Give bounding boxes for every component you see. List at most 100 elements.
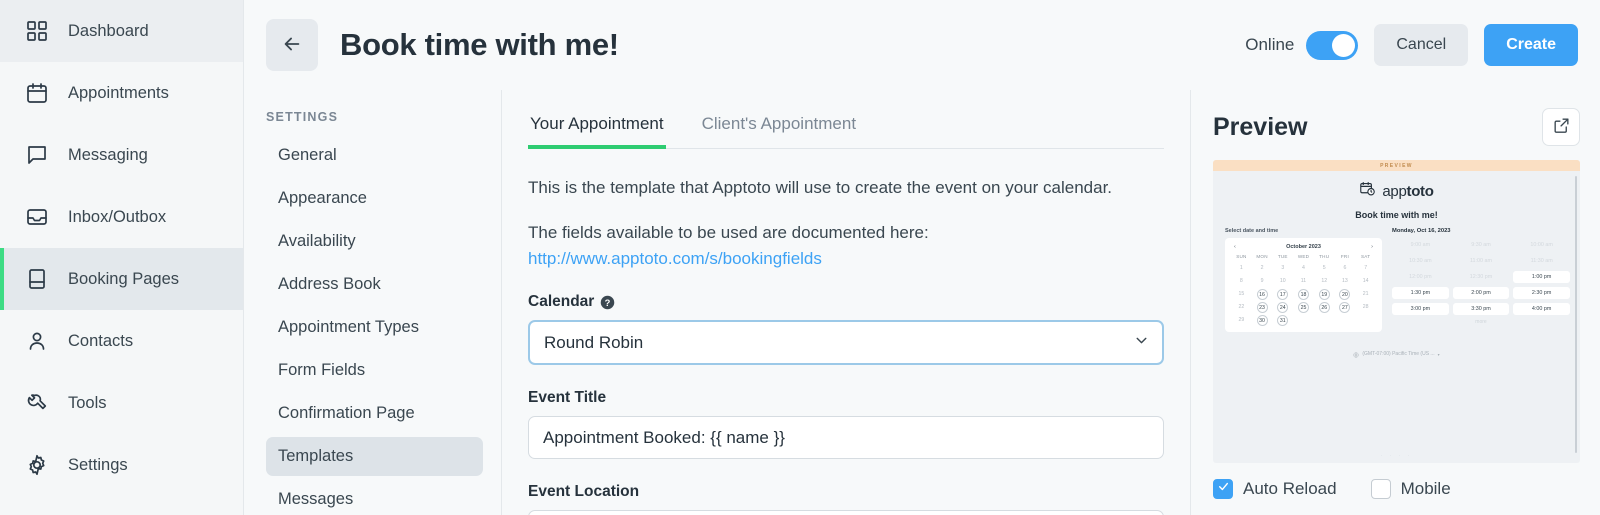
chevron-down-icon: ▾ [1437,351,1440,357]
intro-text-line2: The fields available to be used are docu… [528,222,929,242]
settings-item-form-fields[interactable]: Form Fields [266,351,483,390]
time-slot[interactable]: 3:30 pm [1452,303,1510,315]
sidebar-item-booking-pages[interactable]: Booking Pages [0,248,243,310]
calendar-day[interactable]: 17 [1277,289,1289,300]
preview-header: Preview [1213,108,1580,146]
cancel-button[interactable]: Cancel [1374,24,1469,66]
book-icon [24,266,50,292]
online-toggle[interactable] [1306,30,1359,60]
person-icon [24,328,50,354]
calendar-day: 13 [1342,278,1348,284]
sidebar-item-tools[interactable]: Tools [0,372,243,434]
time-slot[interactable]: 4:00 pm [1513,303,1570,315]
calendar-day: 8 [1239,278,1243,284]
appointment-tabs: Your Appointment Client's Appointment [528,106,1164,149]
calendar-day: 4 [1302,265,1305,271]
calendar-day[interactable]: 31 [1277,315,1289,326]
auto-reload-checkbox-row[interactable]: Auto Reload [1213,479,1337,499]
wrench-icon [24,390,50,416]
calendar-icon [24,80,50,106]
time-slot[interactable]: 3:00 pm [1392,303,1449,315]
time-slot[interactable]: 2:30 pm [1513,287,1570,299]
preview-scrollbar[interactable] [1575,176,1577,453]
event-location-input[interactable] [528,510,1164,515]
dow-label: TUE [1277,254,1288,259]
time-slot[interactable]: 2:00 pm [1452,287,1510,299]
preview-calendar-nav: ‹ October 2023 › [1231,243,1376,254]
calendar-day[interactable]: 27 [1339,302,1351,313]
calendar-day[interactable]: 20 [1339,289,1351,300]
time-slot: 10:30 am [1409,258,1432,264]
auto-reload-checkbox[interactable] [1213,479,1233,499]
settings-item-appointment-types[interactable]: Appointment Types [266,308,483,347]
question-mark-icon[interactable]: ? [600,295,615,310]
sidebar-item-contacts[interactable]: Contacts [0,310,243,372]
calendar-day: 7 [1364,265,1368,271]
body-row: SETTINGS General Appearance Availability… [244,90,1600,515]
calendar-day: 29 [1238,317,1245,323]
grid-icon [24,18,50,44]
online-label: Online [1245,35,1295,54]
calendar-day[interactable]: 30 [1256,315,1268,326]
chevron-right-icon[interactable]: › [1371,244,1373,250]
calendar-day[interactable]: 16 [1256,289,1268,300]
preview-brand-text: apptoto [1382,183,1434,200]
settings-item-messages[interactable]: Messages [266,480,483,515]
settings-item-address-book[interactable]: Address Book [266,265,483,304]
calendar-day[interactable]: 18 [1297,289,1309,300]
calendar-day[interactable]: 19 [1318,289,1330,300]
chat-bubble-icon [24,142,50,168]
event-title-field: Event Title [528,389,1164,460]
calendar-day: 9 [1260,278,1264,284]
calendar-day[interactable]: 25 [1297,302,1309,313]
tab-clients-appointment[interactable]: Client's Appointment [700,106,858,149]
calendar-day[interactable]: 26 [1318,302,1330,313]
settings-item-appearance[interactable]: Appearance [266,179,483,218]
field-label-text: Calendar [528,293,595,311]
tab-your-appointment[interactable]: Your Appointment [528,106,666,149]
sidebar-item-settings[interactable]: Settings [0,434,243,496]
booking-fields-doc-link[interactable]: http://www.apptoto.com/s/bookingfields [528,249,822,269]
preview-timezone-text: (GMT-07:00) Pacific Time (US ... [1362,351,1435,357]
settings-item-general[interactable]: General [266,136,483,175]
back-button[interactable] [266,19,318,71]
mobile-checkbox[interactable] [1370,479,1391,499]
online-toggle-group: Online [1245,30,1359,60]
preview-calendar-month: October 2023 [1286,244,1321,250]
settings-item-availability[interactable]: Availability [266,222,483,261]
field-label-text: Event Title [528,389,607,407]
mobile-checkbox-row[interactable]: Mobile [1370,479,1451,499]
preview-calendar: ‹ October 2023 › SUN MON TUE WED THU FRI… [1225,238,1382,332]
event-location-field: Event Location [528,483,1164,515]
time-slot[interactable]: 1:30 pm [1392,287,1449,299]
time-slot: 11:30 am [1530,258,1553,264]
calendar-day[interactable]: 24 [1277,302,1289,313]
time-slot: 9:00 am [1410,242,1431,248]
preview-more-label[interactable]: more [1392,319,1570,325]
sidebar-item-messaging[interactable]: Messaging [0,124,243,186]
preview-slot-grid: 9:00 am 9:30 am 10:00 am 10:30 am 11:00 am 11… [1392,239,1570,315]
calendar-select[interactable] [528,320,1164,366]
time-slot[interactable]: 1:00 pm [1513,271,1570,283]
preview-iframe[interactable]: PREVIEW apptoto Book time with me! Selec… [1213,160,1580,463]
sidebar-item-label: Tools [68,393,107,412]
calendar-select-wrap [528,320,1164,366]
create-button[interactable]: Create [1484,24,1578,66]
calendar-day[interactable]: 23 [1256,302,1268,313]
event-title-input[interactable] [528,416,1164,460]
preview-panel: Preview PREVIEW apptoto Book time with m… [1190,90,1600,515]
calendar-day: 28 [1362,304,1369,310]
settings-item-confirmation-page[interactable]: Confirmation Page [266,394,483,433]
preview-banner: PREVIEW [1213,160,1580,171]
sidebar-item-inbox-outbox[interactable]: Inbox/Outbox [0,186,243,248]
sidebar-item-dashboard[interactable]: Dashboard [0,0,243,62]
external-link-icon [1552,116,1571,138]
preview-page-subtitle: Book time with me! [1355,210,1438,220]
settings-item-templates[interactable]: Templates [266,437,483,476]
open-preview-in-new-tab-button[interactable] [1542,108,1580,146]
preview-selected-date: Monday, Oct 16, 2023 [1392,228,1451,234]
sidebar-item-appointments[interactable]: Appointments [0,62,243,124]
preview-calendar-column: Select date and time ‹ October 2023 › SU… [1225,228,1382,332]
preview-timezone-selector[interactable]: (GMT-07:00) Pacific Time (US ... ▾ [1213,345,1580,363]
chevron-left-icon[interactable]: ‹ [1234,244,1236,250]
